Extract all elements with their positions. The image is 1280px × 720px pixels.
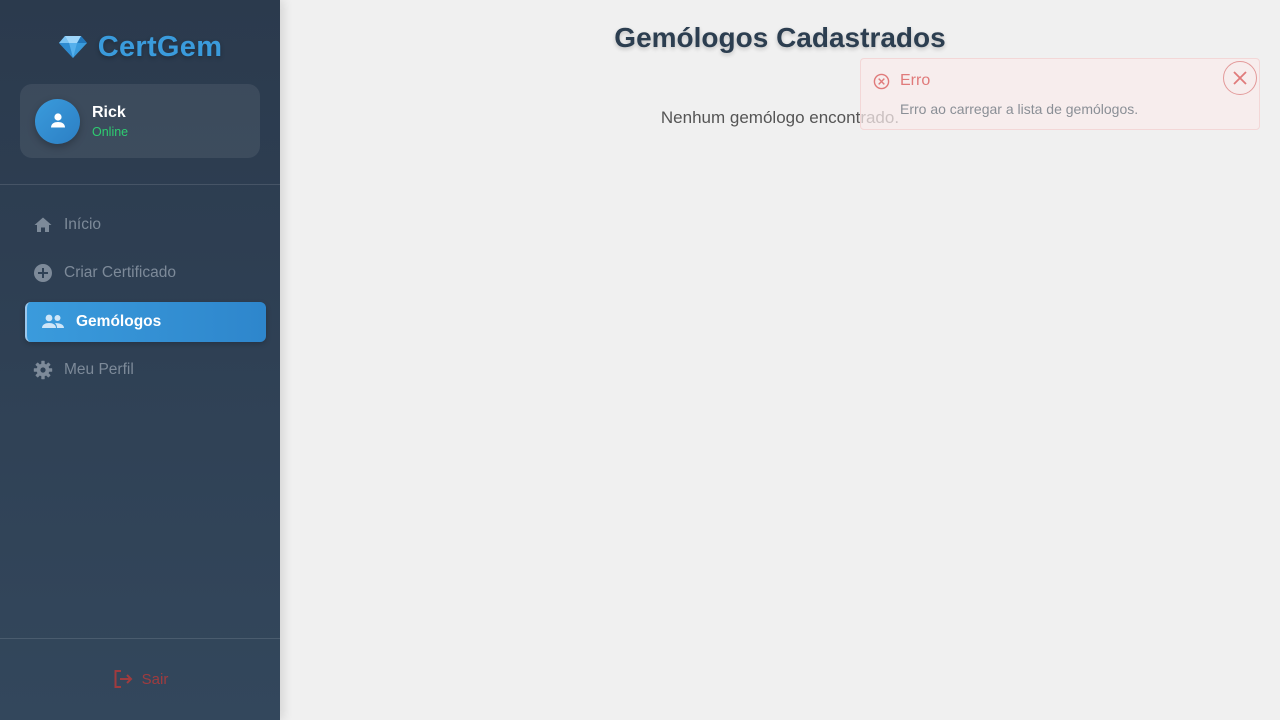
logout-button[interactable]: Sair [0,666,280,692]
sidebar: CertGem Rick Online Início Criar Certifi… [0,0,280,720]
gear-icon [33,360,53,380]
user-icon [50,113,65,128]
brand[interactable]: CertGem [0,30,280,64]
avatar [35,98,80,144]
sidebar-item-label: Início [64,216,102,233]
toast-title: Erro [900,72,931,89]
user-status: Online [92,124,129,139]
error-toast: Erro Erro ao carregar a lista de gemólog… [860,58,1260,130]
app: CertGem Rick Online Início Criar Certifi… [0,0,1280,720]
logout-icon [114,670,133,688]
close-icon [1233,71,1247,85]
sidebar-item-inicio[interactable]: Início [25,205,266,245]
page-title: Gemólogos Cadastrados [614,22,946,53]
sidebar-item-gemologos[interactable]: Gemólogos [25,302,266,342]
sidebar-divider-top [0,184,280,185]
home-icon [33,215,53,235]
user-card: Rick Online [20,84,260,158]
toast-message: Erro ao carregar a lista de gemólogos. [900,101,1139,117]
sidebar-item-label: Gemólogos [76,313,162,330]
sidebar-item-meu-perfil[interactable]: Meu Perfil [25,350,266,390]
logout-label: Sair [141,670,169,688]
error-circle-icon [873,73,890,90]
plus-circle-icon [33,263,53,283]
people-icon [41,312,65,332]
brand-name: CertGem [97,30,223,63]
sidebar-item-label: Meu Perfil [64,361,134,378]
sidebar-item-label: Criar Certificado [64,264,176,281]
toast-close-button[interactable] [1223,61,1257,95]
sidebar-divider-bottom [0,638,280,639]
sidebar-item-criar-certificado[interactable]: Criar Certificado [25,253,266,293]
user-info: Rick Online [92,103,128,140]
user-name: Rick [92,103,126,121]
diamond-icon [58,36,87,58]
